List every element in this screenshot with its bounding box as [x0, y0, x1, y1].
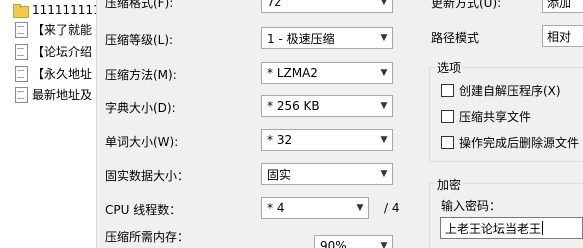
- cpu-threads-value: * 4: [267, 201, 285, 215]
- path-mode-select[interactable]: 相对: [542, 25, 583, 47]
- document-icon: [12, 21, 28, 38]
- cpu-threads-select[interactable]: * 4 ▼: [261, 197, 369, 219]
- create-sfx-label: 创建自解压程序(X): [459, 84, 561, 98]
- document-icon: [12, 86, 28, 103]
- file-name: 【来了就能: [32, 22, 93, 37]
- text-caret: [542, 221, 544, 235]
- solid-block-size-select[interactable]: 固实 ▼: [261, 163, 393, 185]
- checkbox-box[interactable]: [441, 110, 454, 123]
- dictionary-size-value: * 256 KB: [267, 99, 320, 113]
- compress-shared-files-checkbox[interactable]: 压缩共享文件: [441, 108, 531, 125]
- compression-level-value: 1 - 极速压缩: [267, 31, 335, 46]
- password-value: 上老王论坛当老王: [445, 221, 542, 236]
- compression-dialog: 压缩格式(F): 7z ▼ 压缩等级(L): 1 - 极速压缩 ▼ 压缩方法(M…: [97, 0, 583, 248]
- file-name: 1111111111: [32, 3, 96, 17]
- solid-block-size-value: 固实: [267, 167, 292, 182]
- cpu-threads-label: CPU 线程数：: [105, 203, 182, 217]
- update-mode-value: 添加: [547, 0, 572, 10]
- word-size-label: 单词大小(W):: [105, 135, 179, 149]
- file-name: 【论坛介绍: [32, 44, 93, 59]
- password-label: 输入密码：: [441, 199, 502, 213]
- memory-usage-value: 90%: [320, 239, 347, 248]
- checkbox-box[interactable]: [441, 84, 454, 97]
- password-input[interactable]: 上老王论坛当老王: [440, 217, 583, 239]
- checkbox-box[interactable]: [441, 136, 454, 149]
- options-group-title: 选项: [435, 59, 464, 76]
- file-list-item[interactable]: 【论坛介绍: [0, 42, 96, 60]
- chevron-down-icon: ▼: [380, 101, 388, 111]
- encryption-group-title: 加密: [435, 176, 464, 193]
- compress-shared-files-label: 压缩共享文件: [459, 110, 532, 124]
- chevron-down-icon: ▼: [380, 0, 388, 7]
- document-icon: [12, 43, 28, 60]
- document-icon: [12, 65, 28, 82]
- chevron-down-icon: ▼: [380, 241, 388, 248]
- chevron-down-icon: ▼: [380, 169, 388, 179]
- file-list-item[interactable]: 【永久地址: [0, 64, 96, 82]
- file-list-pane: 1111111111 【来了就能 【论坛介绍 【永久地址 最新地址及: [0, 0, 97, 248]
- file-list-item[interactable]: 1111111111: [0, 1, 96, 19]
- compression-method-select[interactable]: * LZMA2 ▼: [261, 62, 393, 84]
- compression-method-label: 压缩方法(M):: [105, 68, 177, 82]
- archive-format-label: 压缩格式(F):: [105, 0, 174, 10]
- chevron-down-icon: ▼: [380, 135, 388, 145]
- file-name: 【永久地址: [32, 66, 93, 81]
- file-name: 最新地址及: [32, 87, 93, 102]
- file-list-item[interactable]: 【来了就能: [0, 20, 96, 38]
- cpu-threads-max: / 4: [384, 201, 400, 215]
- word-size-value: * 32: [267, 133, 293, 147]
- update-mode-select[interactable]: 添加: [542, 0, 583, 13]
- path-mode-label: 路径模式: [431, 31, 480, 45]
- update-mode-label: 更新方式(U):: [431, 0, 502, 10]
- file-list-item[interactable]: 最新地址及: [0, 85, 96, 103]
- compression-level-select[interactable]: 1 - 极速压缩 ▼: [261, 27, 393, 49]
- compression-level-label: 压缩等级(L):: [105, 33, 174, 47]
- compression-method-value: * LZMA2: [267, 66, 318, 80]
- archive-format-select[interactable]: 7z ▼: [261, 0, 393, 13]
- delete-after-label: 操作完成后删除源文件: [459, 136, 580, 150]
- create-sfx-checkbox[interactable]: 创建自解压程序(X): [441, 82, 561, 99]
- archive-format-value: 7z: [267, 0, 281, 9]
- solid-block-size-label: 固实数据大小：: [105, 169, 190, 183]
- memory-usage-label: 压缩所需内存：: [105, 230, 190, 244]
- dictionary-size-select[interactable]: * 256 KB ▼: [261, 95, 393, 117]
- memory-usage-select[interactable]: 90% ▼: [314, 235, 393, 248]
- chevron-down-icon: ▼: [356, 203, 364, 213]
- delete-after-checkbox[interactable]: 操作完成后删除源文件: [441, 134, 579, 151]
- word-size-select[interactable]: * 32 ▼: [261, 129, 393, 151]
- path-mode-value: 相对: [547, 29, 572, 44]
- chevron-down-icon: ▼: [380, 68, 388, 78]
- folder-icon: [12, 2, 29, 18]
- dictionary-size-label: 字典大小(D):: [105, 101, 176, 115]
- chevron-down-icon: ▼: [380, 33, 388, 43]
